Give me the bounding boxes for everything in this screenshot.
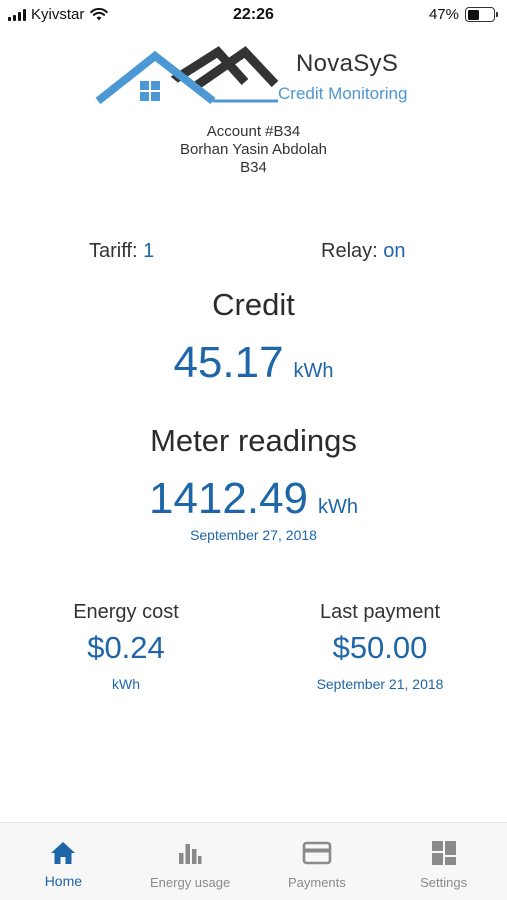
meter-value: 1412.49 — [148, 474, 309, 523]
credit-display: 45.17 kWh — [0, 338, 507, 388]
battery-status: 47% — [428, 6, 498, 23]
tab-energy-usage-label: Energy usage — [150, 875, 231, 890]
brand-name: NovaSyS — [296, 50, 399, 77]
account-info: Account #B34 Borhan Yasin Abdolah B34 — [0, 123, 507, 177]
tab-payments[interactable]: Payments — [254, 823, 381, 900]
meter-readings-title: Meter readings — [150, 423, 357, 458]
energy-cost-panel: Energy cost $0.24 kWh — [26, 601, 226, 692]
tab-bar: Home Energy usage Payments Settings — [0, 822, 507, 900]
tab-home-label: Home — [44, 873, 83, 889]
relay-row: Relay: on — [321, 240, 406, 263]
home-icon — [50, 839, 76, 867]
last-payment-label: Last payment — [319, 601, 441, 623]
battery-percent: 47% — [428, 6, 459, 23]
brand-subtitle: Credit Monitoring — [278, 84, 408, 103]
credit-unit: kWh — [293, 360, 334, 382]
battery-icon — [465, 7, 498, 22]
tariff-label: Tariff: — [89, 240, 138, 262]
tariff-row: Tariff: 1 — [89, 240, 154, 263]
account-number: Account #B34 — [206, 123, 301, 140]
energy-cost-unit: kWh — [112, 676, 140, 692]
credit-title: Credit — [212, 287, 295, 322]
tab-energy-usage[interactable]: Energy usage — [127, 823, 254, 900]
grid-icon — [431, 839, 457, 867]
relay-label: Relay: — [321, 240, 378, 262]
credit-card-icon — [302, 839, 332, 867]
tab-home[interactable]: Home — [0, 823, 127, 900]
account-holder-name: Borhan Yasin Abdolah — [179, 141, 328, 158]
tab-payments-label: Payments — [287, 875, 346, 890]
energy-cost-value: $0.24 — [87, 630, 165, 665]
energy-cost-label: Energy cost — [73, 601, 179, 623]
meter-unit: kWh — [318, 496, 359, 518]
status-bar: Kyivstar 22:26 47% — [0, 0, 507, 30]
meter-date: September 27, 2018 — [190, 527, 317, 543]
relay-value: on — [383, 240, 406, 262]
tariff-value: 1 — [143, 240, 155, 262]
credit-value: 45.17 — [173, 338, 284, 387]
last-payment-date: September 21, 2018 — [316, 676, 444, 692]
bar-chart-icon — [178, 839, 202, 867]
last-payment-value: $50.00 — [332, 630, 428, 665]
battery-level — [467, 9, 480, 20]
tab-settings[interactable]: Settings — [380, 823, 507, 900]
last-payment-panel: Last payment $50.00 September 21, 2018 — [280, 601, 480, 692]
meter-display: 1412.49 kWh — [0, 474, 507, 524]
account-code: B34 — [240, 159, 267, 176]
tab-settings-label: Settings — [420, 875, 468, 890]
